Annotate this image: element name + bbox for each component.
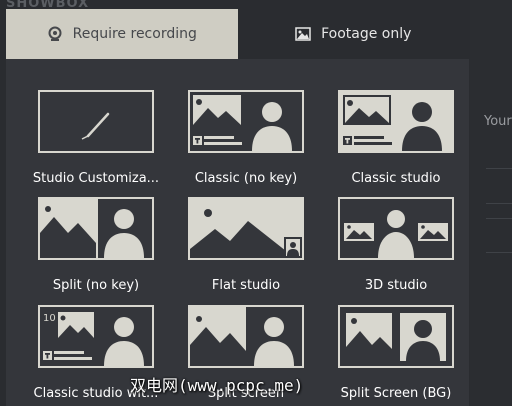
layout-thumbnail bbox=[38, 197, 154, 260]
image-icon bbox=[295, 27, 311, 41]
split-screen-icon bbox=[190, 307, 302, 366]
layout-thumbnail bbox=[188, 305, 304, 368]
classic-studio-with-icon: 10 bbox=[43, 312, 144, 366]
background-text: Your bbox=[484, 114, 512, 129]
layout-tile-split-no-key[interactable]: Split (no key) bbox=[21, 197, 171, 293]
layout-thumbnail: 10 bbox=[38, 305, 154, 368]
webcam-icon bbox=[47, 26, 63, 42]
classic-no-key-icon bbox=[190, 92, 302, 151]
flat-studio-icon bbox=[190, 199, 302, 258]
tab-label: Require recording bbox=[72, 26, 197, 42]
divider bbox=[486, 203, 512, 204]
divider bbox=[486, 252, 512, 253]
layout-label: Classic (no key) bbox=[194, 171, 298, 186]
3d-studio-icon bbox=[344, 210, 448, 258]
layout-tile-classic-studio[interactable]: Classic studio bbox=[321, 90, 471, 186]
layout-thumbnail bbox=[338, 305, 454, 368]
layout-tile-flat-studio[interactable]: Flat studio bbox=[171, 197, 321, 293]
tab-bar: Require recording Footage only bbox=[6, 9, 469, 59]
layout-thumbnail bbox=[188, 197, 304, 260]
layout-label: Split Screen (BG) bbox=[340, 386, 452, 401]
layout-picker-panel: Require recording Footage only Studio Cu… bbox=[6, 9, 469, 406]
tab-footage-only[interactable]: Footage only bbox=[237, 9, 469, 59]
layout-tile-studio-customization[interactable]: Studio Customiza... bbox=[21, 90, 171, 186]
split-screen-bg-icon bbox=[340, 307, 452, 366]
watermark-text: 双电网(www.pcpc.me) bbox=[130, 376, 304, 395]
pen-icon bbox=[81, 112, 110, 140]
split-no-key-icon bbox=[40, 199, 144, 258]
layout-thumbnail bbox=[338, 197, 454, 260]
layout-label: Flat studio bbox=[211, 278, 281, 293]
layout-thumbnail bbox=[338, 90, 454, 153]
layout-label: 3D studio bbox=[364, 278, 428, 293]
layout-label: Studio Customiza... bbox=[32, 171, 160, 186]
divider bbox=[486, 168, 512, 169]
layout-tile-3d-studio[interactable]: 3D studio bbox=[321, 197, 471, 293]
layout-thumbnail bbox=[38, 90, 154, 153]
layout-tile-split-screen-bg[interactable]: Split Screen (BG) bbox=[321, 305, 471, 401]
tab-label: Footage only bbox=[321, 26, 412, 42]
classic-studio-icon bbox=[340, 92, 452, 151]
layout-label: Split (no key) bbox=[52, 278, 140, 293]
svg-text:10: 10 bbox=[43, 313, 56, 324]
divider bbox=[486, 218, 512, 219]
layout-label: Classic studio bbox=[351, 171, 441, 186]
layout-tile-classic-no-key[interactable]: Classic (no key) bbox=[171, 90, 321, 186]
tab-require-recording[interactable]: Require recording bbox=[6, 9, 238, 59]
layout-thumbnail bbox=[188, 90, 304, 153]
